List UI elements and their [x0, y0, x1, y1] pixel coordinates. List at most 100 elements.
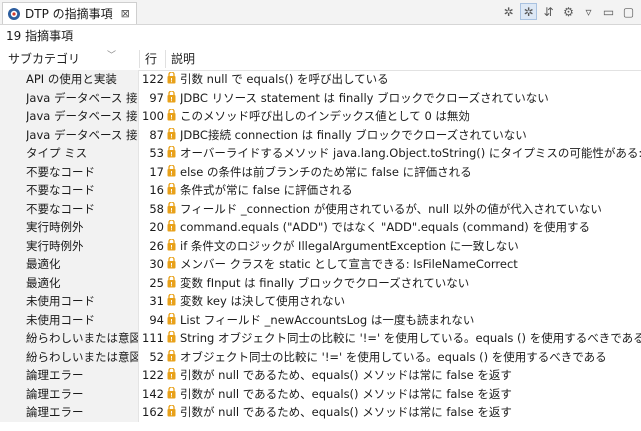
minimize-icon[interactable]: ▭	[600, 3, 617, 20]
line-number: 111	[142, 331, 164, 345]
description-text: 変数 fInput は finally ブロックでクローズされていない	[180, 275, 470, 290]
category-cell: 紛らわしいまたは意図的	[0, 329, 139, 348]
category-text: 論理エラー	[26, 368, 84, 382]
description-text: 引数が null であるため、equals() メソッドは常に false を返…	[180, 386, 512, 401]
category-cell: タイプ ミス	[0, 144, 139, 163]
column-header-description[interactable]: 説明	[171, 48, 195, 70]
findings-table: API の使用と実装 122 引数 null で equals() を呼び出している…	[0, 70, 641, 422]
table-row[interactable]: 論理エラー 162 引数が null であるため、equals() メソッドは常に …	[0, 403, 641, 422]
column-header-line[interactable]: 行	[145, 48, 157, 70]
line-number: 31	[149, 294, 164, 308]
findings-count: 19 指摘事項	[6, 29, 74, 43]
table-row[interactable]: タイプ ミス 53 オーバーライドするメソッド java.lang.Object.t…	[0, 144, 641, 163]
category-cell: 紛らわしいまたは意図的	[0, 347, 139, 366]
line-number: 162	[142, 405, 164, 419]
table-row[interactable]: Java データベース 接続 100 このメソッド呼び出しのインデックス値として 0…	[0, 107, 641, 126]
description-text: 変数 key は決して使用されない	[180, 294, 346, 308]
warning-icon	[167, 220, 176, 232]
tab-close-icon[interactable]: ⊠	[121, 7, 130, 20]
table-row[interactable]: 論理エラー 142 引数が null であるため、equals() メソッドは常に …	[0, 384, 641, 403]
warning-icon	[167, 164, 176, 176]
group-by-icon[interactable]: ⇵	[540, 3, 557, 20]
category-cell: API の使用と実装	[0, 70, 139, 89]
table-header: サブカテゴリ ﹀ 行 説明	[0, 48, 641, 71]
category-cell: Java データベース 接続	[0, 88, 139, 107]
filter-error-icon[interactable]: ✲	[500, 3, 517, 20]
warning-icon	[167, 275, 176, 287]
description-text: 引数が null であるため、equals() メソッドは常に false を返…	[180, 368, 512, 382]
category-cell: Java データベース 接続	[0, 107, 139, 126]
table-row[interactable]: 最適化 30 メンバー クラスを static として宣言できる: IsFileNa…	[0, 255, 641, 274]
line-number: 100	[142, 109, 164, 123]
warning-icon	[167, 386, 176, 398]
description-text: String オブジェクト同士の比較に '!=' を使用している。equals …	[180, 331, 641, 345]
line-number: 25	[149, 275, 164, 290]
table-row[interactable]: 不要なコード 58 フィールド _connection が使用されているが、null…	[0, 199, 641, 218]
description-text: このメソッド呼び出しのインデックス値として 0 は無効	[180, 109, 470, 123]
table-row[interactable]: Java データベース 接続 97 JDBC リソース statement は fi…	[0, 88, 641, 107]
warning-icon	[167, 294, 176, 306]
line-number: 97	[149, 90, 164, 105]
category-text: 未使用コード	[26, 294, 95, 308]
warning-icon	[167, 238, 176, 250]
view-toolbar: ✲ ✲ ⇵ ⚙ ▿ ▭ ▢	[500, 3, 637, 20]
view-menu-icon[interactable]: ▿	[580, 3, 597, 20]
line-number: 16	[149, 183, 164, 197]
category-text: 不要なコード	[26, 164, 95, 179]
line-number: 87	[149, 127, 164, 142]
description-text: 条件式が常に false に評価される	[180, 183, 353, 197]
category-text: 紛らわしいまたは意図的	[26, 331, 138, 345]
category-cell: 最適化	[0, 273, 139, 292]
warning-icon	[167, 72, 176, 84]
line-number: 53	[149, 146, 164, 160]
category-cell: Java データベース 接続	[0, 125, 139, 144]
settings-icon[interactable]: ⚙	[560, 3, 577, 20]
warning-icon	[167, 405, 176, 417]
description-text: JDBC接続 connection は finally ブロックでクローズされて…	[180, 127, 527, 142]
table-row[interactable]: 未使用コード 94 List フィールド _newAccountsLog は一度も読…	[0, 310, 641, 329]
category-cell: 実行時例外	[0, 218, 139, 237]
warning-icon	[167, 368, 176, 380]
table-row[interactable]: 最適化 25 変数 fInput は finally ブロックでクローズされていない	[0, 273, 641, 292]
description-text: JDBC リソース statement は finally ブロックでクローズさ…	[180, 90, 549, 105]
table-row[interactable]: 紛らわしいまたは意図的 111 String オブジェクト同士の比較に '!=' を…	[0, 329, 641, 348]
description-text: 引数 null で equals() を呼び出している	[180, 72, 389, 86]
table-row[interactable]: Java データベース 接続 87 JDBC接続 connection は fina…	[0, 125, 641, 144]
table-row[interactable]: API の使用と実装 122 引数 null で equals() を呼び出している	[0, 70, 641, 89]
description-text: 引数が null であるため、equals() メソッドは常に false を返…	[180, 405, 512, 419]
category-text: Java データベース 接続	[26, 127, 138, 142]
line-number: 20	[149, 220, 164, 234]
table-row[interactable]: 実行時例外 26 if 条件文のロジックが IllegalArgumentExcep…	[0, 236, 641, 255]
column-header-category[interactable]: サブカテゴリ	[8, 48, 80, 70]
filter-warning-icon[interactable]: ✲	[520, 3, 537, 20]
category-cell: 論理エラー	[0, 384, 139, 403]
category-text: Java データベース 接続	[26, 90, 138, 105]
dtp-findings-tab[interactable]: DTP の指摘事項 ⊠	[2, 2, 137, 24]
line-number: 142	[142, 386, 164, 401]
category-cell: 未使用コード	[0, 292, 139, 311]
description-text: if 条件文のロジックが IllegalArgumentException に一…	[180, 238, 519, 253]
warning-icon	[167, 127, 176, 139]
table-row[interactable]: 不要なコード 16 条件式が常に false に評価される	[0, 181, 641, 200]
table-row[interactable]: 実行時例外 20 command.equals ("ADD") ではなく "ADD"…	[0, 218, 641, 237]
table-row[interactable]: 紛らわしいまたは意図的 52 オブジェクト同士の比較に '!=' を使用している。e…	[0, 347, 641, 366]
category-text: 論理エラー	[26, 386, 84, 401]
category-cell: 論理エラー	[0, 366, 139, 385]
line-number: 58	[149, 201, 164, 216]
table-row[interactable]: 未使用コード 31 変数 key は決して使用されない	[0, 292, 641, 311]
column-divider[interactable]	[139, 50, 140, 68]
category-text: 最適化	[26, 257, 61, 271]
line-number: 26	[149, 238, 164, 253]
description-text: オブジェクト同士の比較に '!=' を使用している。equals () を使用す…	[180, 349, 607, 364]
category-text: 実行時例外	[26, 220, 84, 234]
maximize-icon[interactable]: ▢	[620, 3, 637, 20]
table-row[interactable]: 論理エラー 122 引数が null であるため、equals() メソッドは常に …	[0, 366, 641, 385]
category-text: 不要なコード	[26, 183, 95, 197]
table-row[interactable]: 不要なコード 17 else の条件は前ブランチのため常に false に評価される	[0, 162, 641, 181]
tab-title: DTP の指摘事項	[25, 7, 113, 21]
description-text: else の条件は前ブランチのため常に false に評価される	[180, 164, 472, 179]
column-divider[interactable]	[165, 50, 166, 68]
line-number: 17	[149, 164, 164, 179]
warning-icon	[167, 90, 176, 102]
description-text: List フィールド _newAccountsLog は一度も読まれない	[180, 312, 475, 327]
